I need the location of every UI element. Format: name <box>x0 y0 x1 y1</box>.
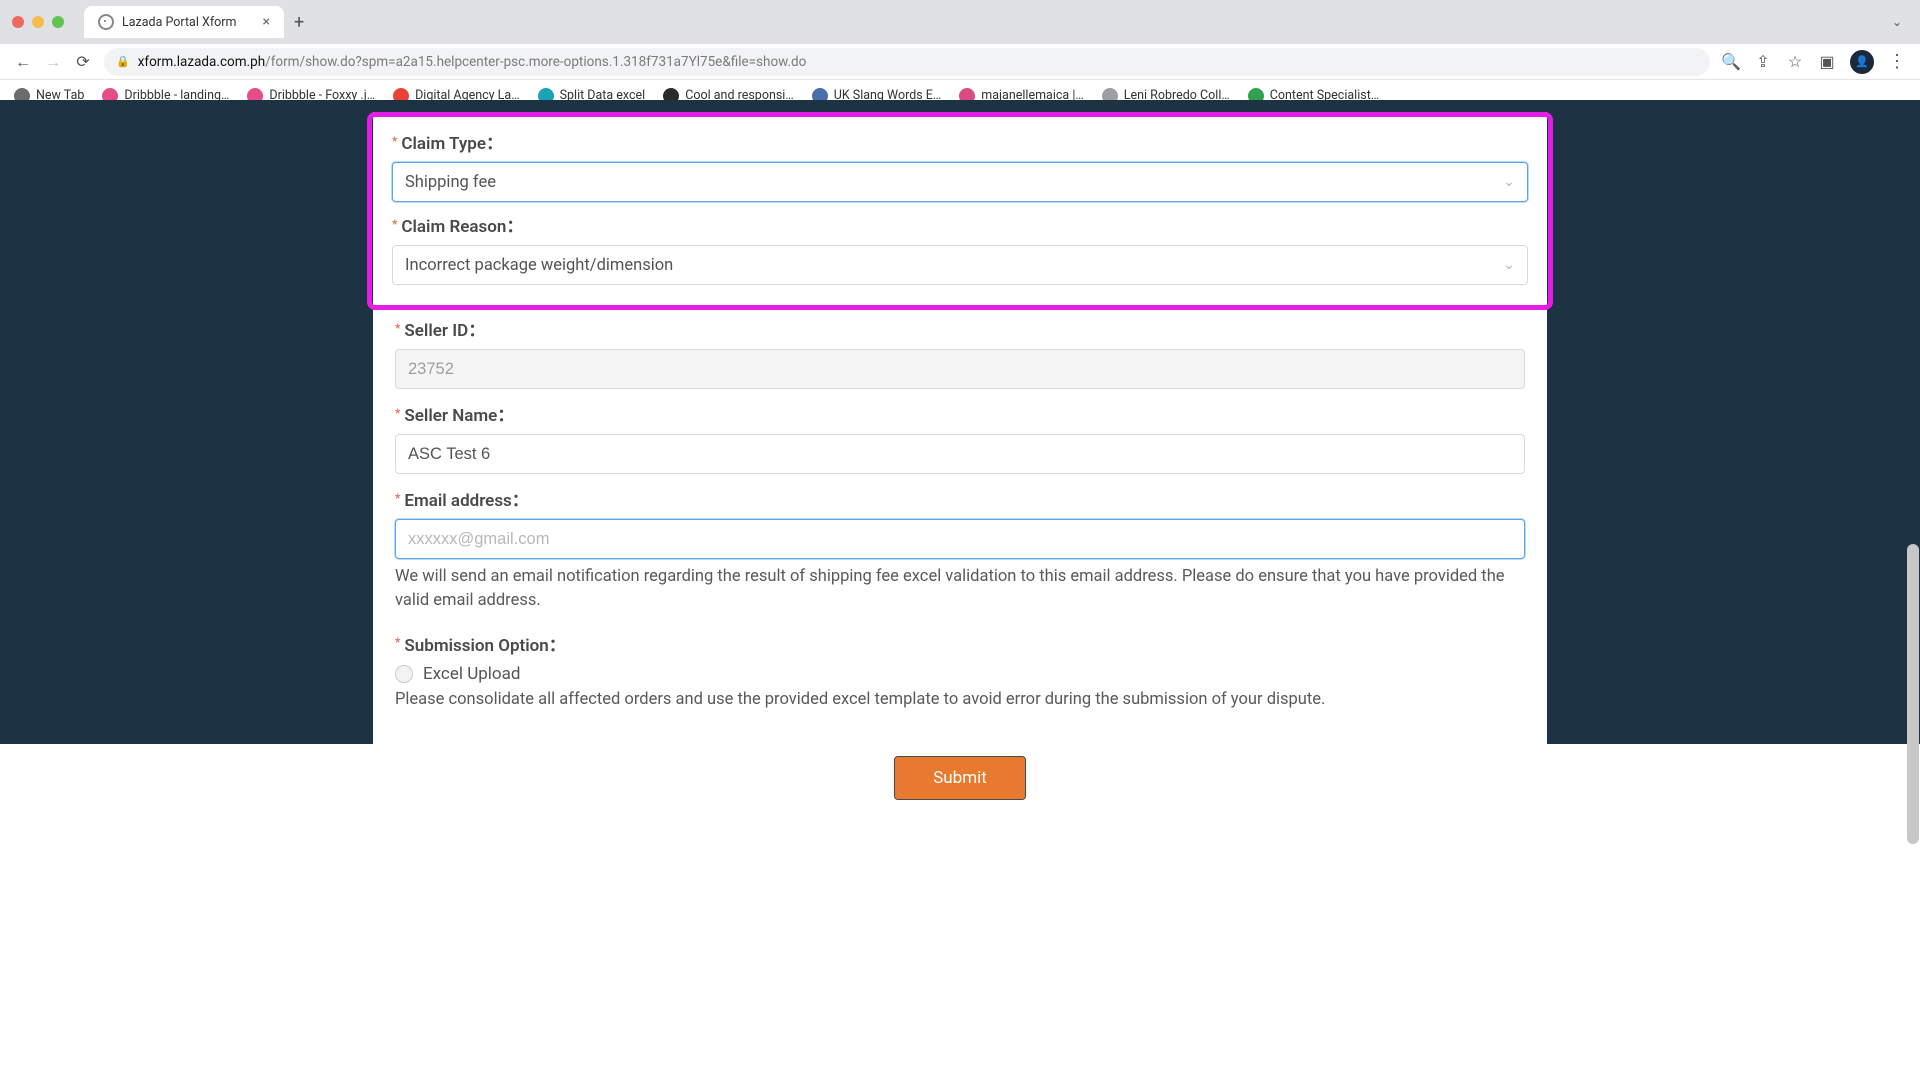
submission-option-label: Submission Option： <box>404 631 565 656</box>
claim-type-select[interactable]: Shipping fee ⌄ <box>392 162 1528 202</box>
submission-help-text: Please consolidate all affected orders a… <box>395 688 1525 712</box>
seller-id-value <box>408 360 1512 379</box>
required-asterisk-icon: * <box>395 492 400 504</box>
window-traffic-lights <box>12 16 64 28</box>
share-icon[interactable]: ⇪ <box>1754 53 1772 71</box>
browser-address-bar: ← → ⟳ 🔒 xform.lazada.com.ph/form/show.do… <box>0 44 1920 80</box>
seller-id-input[interactable] <box>395 349 1525 389</box>
tab-title: Lazada Portal Xform <box>122 15 237 30</box>
email-value <box>408 530 1512 549</box>
nav-reload-icon[interactable]: ⟳ <box>74 53 92 71</box>
claim-reason-select[interactable]: Incorrect package weight/dimension ⌄ <box>392 245 1528 285</box>
nav-back-icon[interactable]: ← <box>14 53 32 71</box>
submission-option-radio[interactable]: Excel Upload <box>395 664 1525 684</box>
url-path: /form/show.do?spm=a2a15.helpcenter-psc.m… <box>265 54 806 70</box>
required-asterisk-icon: * <box>395 636 400 648</box>
claim-reason-label: Claim Reason： <box>401 212 523 237</box>
submit-button[interactable]: Submit <box>894 756 1026 800</box>
seller-name-value <box>408 445 1512 464</box>
url-field[interactable]: 🔒 xform.lazada.com.ph/form/show.do?spm=a… <box>104 48 1710 76</box>
seller-name-input[interactable] <box>395 434 1525 474</box>
chevron-down-icon: ⌄ <box>1503 257 1515 273</box>
claim-type-label: Claim Type： <box>401 129 503 154</box>
chevron-down-icon: ⌄ <box>1503 174 1515 190</box>
window-minimize-icon[interactable] <box>32 16 44 28</box>
profile-avatar[interactable]: 👤 <box>1850 50 1874 74</box>
browser-menu-icon[interactable]: ⋮ <box>1888 51 1906 72</box>
radio-icon <box>395 665 413 683</box>
lock-icon: 🔒 <box>116 55 130 68</box>
seller-id-label: Seller ID： <box>404 316 485 341</box>
sidepanel-icon[interactable]: ▣ <box>1818 53 1836 71</box>
scrollbar-thumb[interactable] <box>1907 544 1919 844</box>
email-help-text: We will send an email notification regar… <box>395 565 1525 613</box>
claim-form: * Claim Type： Shipping fee ⌄ * Claim Rea… <box>373 112 1547 824</box>
required-asterisk-icon: * <box>395 407 400 419</box>
submission-option-value: Excel Upload <box>423 664 520 684</box>
required-asterisk-icon: * <box>392 218 397 230</box>
required-asterisk-icon: * <box>395 322 400 334</box>
tab-favicon-icon <box>98 14 114 30</box>
window-zoom-icon[interactable] <box>52 16 64 28</box>
url-domain: xform.lazada.com.ph <box>138 54 265 70</box>
bookmark-star-icon[interactable]: ☆ <box>1786 53 1804 71</box>
email-input[interactable] <box>395 519 1525 559</box>
tab-close-icon[interactable]: × <box>263 14 270 30</box>
submit-button-label: Submit <box>933 768 987 788</box>
zoom-icon[interactable]: 🔍 <box>1722 53 1740 71</box>
seller-name-label: Seller Name： <box>404 401 514 426</box>
tabs-overflow-icon[interactable]: ⌄ <box>1886 15 1908 29</box>
email-label: Email address： <box>404 486 528 511</box>
claim-reason-value: Incorrect package weight/dimension <box>405 256 673 275</box>
window-close-icon[interactable] <box>12 16 24 28</box>
claim-type-value: Shipping fee <box>405 173 496 192</box>
required-asterisk-icon: * <box>392 135 397 147</box>
new-tab-button[interactable]: + <box>284 12 314 33</box>
nav-forward-icon[interactable]: → <box>44 53 62 71</box>
browser-tab-strip: Lazada Portal Xform × + ⌄ <box>0 0 1920 44</box>
annotation-highlight: * Claim Type： Shipping fee ⌄ * Claim Rea… <box>367 112 1553 310</box>
browser-tab-active[interactable]: Lazada Portal Xform × <box>84 6 284 38</box>
